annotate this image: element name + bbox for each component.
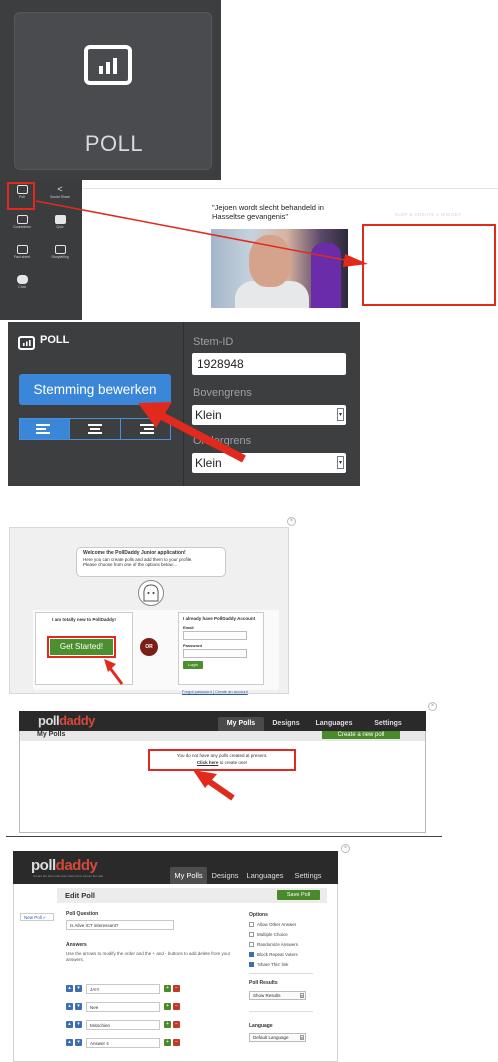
annotation-arrows <box>35 200 368 801</box>
arrow-line <box>205 777 235 801</box>
arrow-line <box>158 411 246 463</box>
arrow-line <box>108 667 124 685</box>
arrow-head <box>343 254 368 267</box>
arrow-line <box>35 200 346 261</box>
